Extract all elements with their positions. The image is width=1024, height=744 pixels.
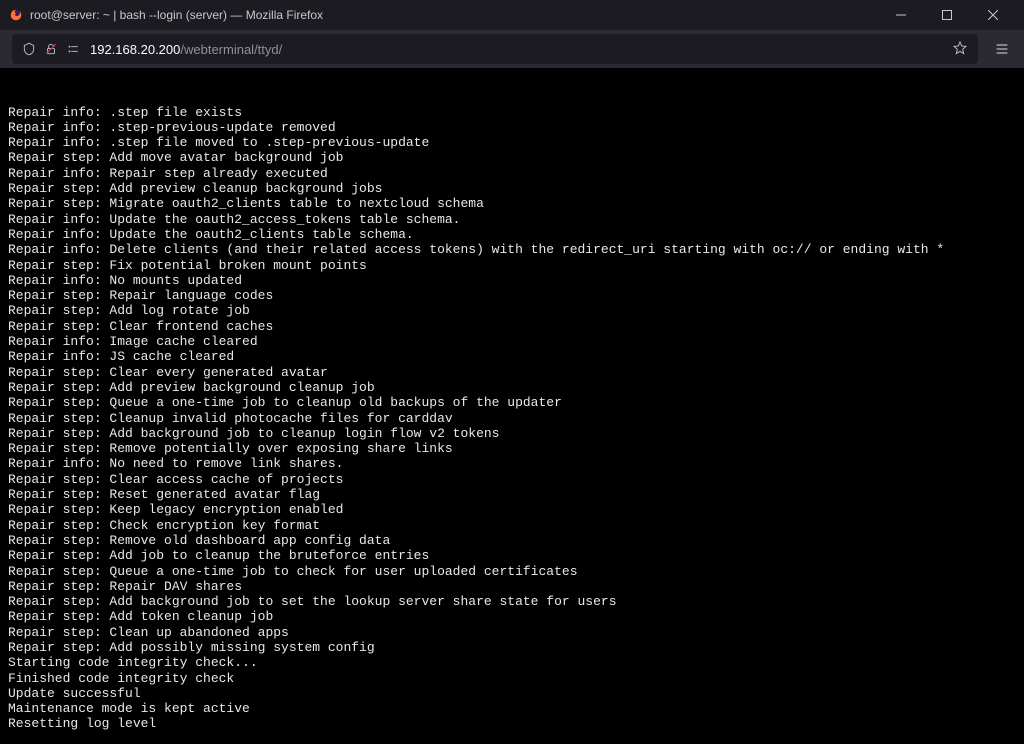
terminal-line: Repair step: Check encryption key format: [8, 518, 1016, 533]
browser-window: root@server: ~ | bash --login (server) —…: [0, 0, 1024, 744]
terminal-line: Finished code integrity check: [8, 671, 1016, 686]
bookmark-star-icon[interactable]: [952, 40, 968, 59]
terminal-line: Repair step: Clean up abandoned apps: [8, 625, 1016, 640]
terminal-line: Repair step: Keep legacy encryption enab…: [8, 502, 1016, 517]
terminal-line: Maintenance mode is kept active: [8, 701, 1016, 716]
close-button[interactable]: [970, 0, 1016, 30]
terminal-line: Repair step: Add preview cleanup backgro…: [8, 181, 1016, 196]
terminal-line: Repair step: Queue a one-time job to cle…: [8, 395, 1016, 410]
terminal-line: Repair info: No need to remove link shar…: [8, 456, 1016, 471]
window-controls: [878, 0, 1016, 30]
permissions-icon: [66, 42, 80, 56]
url-path: /webterminal/ttyd/: [180, 42, 282, 57]
terminal-line: Repair step: Add move avatar background …: [8, 150, 1016, 165]
terminal-line: Repair step: Reset generated avatar flag: [8, 487, 1016, 502]
shield-icon: [22, 42, 36, 56]
terminal-line: Repair step: Migrate oauth2_clients tabl…: [8, 196, 1016, 211]
terminal-line: Repair info: Update the oauth2_clients t…: [8, 227, 1016, 242]
terminal-line: Repair step: Fix potential broken mount …: [8, 258, 1016, 273]
lock-broken-icon: [44, 42, 58, 56]
terminal-line: Repair step: Add job to cleanup the brut…: [8, 548, 1016, 563]
urlbar-security-icons: [22, 42, 80, 56]
terminal-output[interactable]: Repair info: .step file existsRepair inf…: [0, 68, 1024, 744]
app-menu-button[interactable]: [988, 35, 1016, 63]
titlebar: root@server: ~ | bash --login (server) —…: [0, 0, 1024, 30]
firefox-icon: [8, 7, 24, 23]
terminal-line: Repair step: Add token cleanup job: [8, 609, 1016, 624]
terminal-line: Repair step: Add preview background clea…: [8, 380, 1016, 395]
terminal-line: Repair info: .step-previous-update remov…: [8, 120, 1016, 135]
minimize-button[interactable]: [878, 0, 924, 30]
terminal-line: Repair step: Add background job to set t…: [8, 594, 1016, 609]
terminal-line: Repair info: Delete clients (and their r…: [8, 242, 1016, 257]
window-title: root@server: ~ | bash --login (server) —…: [30, 8, 878, 22]
maximize-button[interactable]: [924, 0, 970, 30]
terminal-line: Repair step: Queue a one-time job to che…: [8, 564, 1016, 579]
terminal-line: Repair step: Add possibly missing system…: [8, 640, 1016, 655]
url-host: 192.168.20.200: [90, 42, 180, 57]
terminal-line: Repair step: Clear access cache of proje…: [8, 472, 1016, 487]
browser-toolbar: 192.168.20.200/webterminal/ttyd/: [0, 30, 1024, 68]
terminal-line: Repair info: .step file moved to .step-p…: [8, 135, 1016, 150]
url-text: 192.168.20.200/webterminal/ttyd/: [90, 42, 952, 57]
urlbar[interactable]: 192.168.20.200/webterminal/ttyd/: [12, 34, 978, 64]
terminal-line: Repair info: .step file exists: [8, 105, 1016, 120]
terminal-line: Repair step: Clear every generated avata…: [8, 365, 1016, 380]
terminal-line: Repair step: Clear frontend caches: [8, 319, 1016, 334]
terminal-line: Update successful: [8, 686, 1016, 701]
terminal-lines: Repair info: .step file existsRepair inf…: [8, 105, 1016, 732]
terminal-line: Repair step: Repair DAV shares: [8, 579, 1016, 594]
terminal-line: Repair step: Cleanup invalid photocache …: [8, 411, 1016, 426]
terminal-line: Repair info: Image cache cleared: [8, 334, 1016, 349]
terminal-line: Repair step: Remove old dashboard app co…: [8, 533, 1016, 548]
terminal-line: Repair step: Add log rotate job: [8, 303, 1016, 318]
terminal-line: Repair step: Repair language codes: [8, 288, 1016, 303]
terminal-line: Repair step: Remove potentially over exp…: [8, 441, 1016, 456]
terminal-line: Resetting log level: [8, 716, 1016, 731]
terminal-line: Repair info: No mounts updated: [8, 273, 1016, 288]
terminal-line: Repair info: Update the oauth2_access_to…: [8, 212, 1016, 227]
terminal-line: Repair step: Add background job to clean…: [8, 426, 1016, 441]
terminal-line: Repair info: JS cache cleared: [8, 349, 1016, 364]
terminal-line: Repair info: Repair step already execute…: [8, 166, 1016, 181]
terminal-line: Starting code integrity check...: [8, 655, 1016, 670]
